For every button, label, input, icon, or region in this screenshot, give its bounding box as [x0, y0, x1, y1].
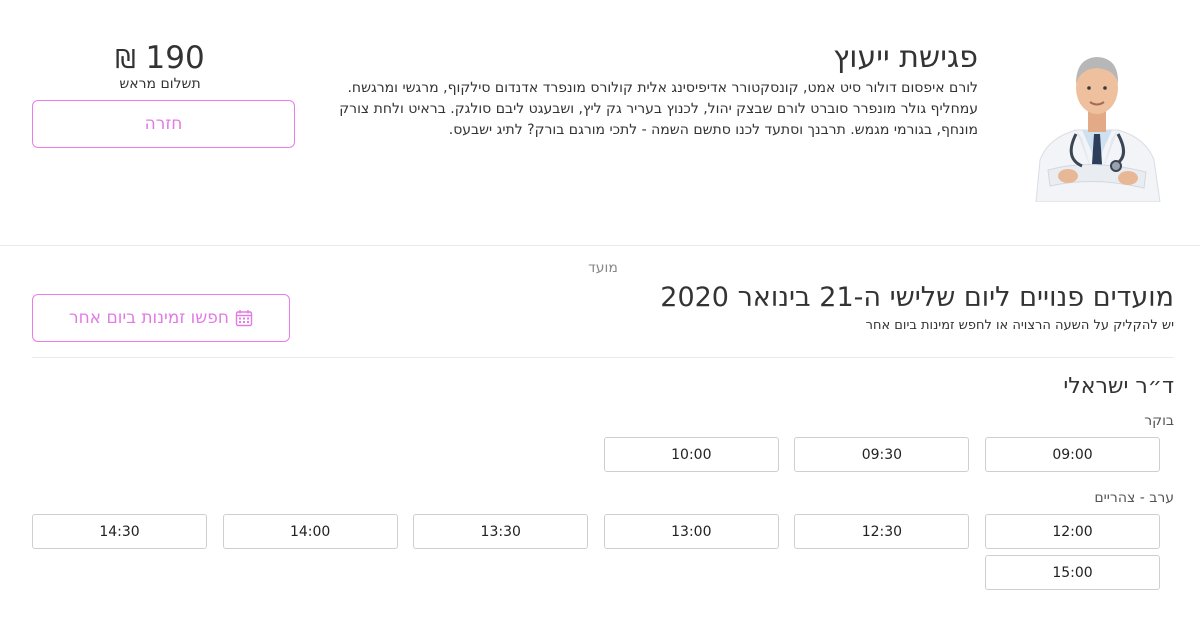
morning-label: בוקר	[1144, 413, 1174, 429]
evening-label: ערב - צהריים	[1094, 490, 1174, 506]
doctor-name: ד״ר ישראלי	[1063, 374, 1174, 399]
search-other-day-label: חפשו זמינות ביום אחר	[68, 308, 230, 328]
availability-title: מועדים פנויים ליום שלישי ה-21 בינואר 202…	[660, 282, 1174, 313]
price: 190 ₪	[60, 40, 260, 76]
time-slot[interactable]: 13:30	[413, 514, 589, 549]
time-slot[interactable]: 12:00	[985, 514, 1160, 549]
calendar-icon	[235, 309, 253, 327]
price-amount: 190	[145, 40, 205, 76]
time-slot[interactable]: 10:00	[603, 437, 779, 472]
time-slot[interactable]: 14:00	[222, 514, 398, 549]
time-slot[interactable]: 14:30	[32, 514, 208, 549]
time-slot[interactable]: 09:00	[985, 437, 1160, 472]
service-title: פגישת ייעוץ	[833, 40, 978, 75]
back-button[interactable]: חזרה	[32, 100, 295, 148]
inner-divider	[32, 357, 1174, 358]
currency-symbol: ₪	[115, 45, 136, 75]
search-other-day-button[interactable]: חפשו זמינות ביום אחר	[32, 294, 290, 342]
time-slot[interactable]: 15:00	[985, 555, 1160, 590]
time-slot[interactable]: 09:30	[794, 437, 970, 472]
availability-subtitle: יש להקליק על השעה הרצויה או לחפש זמינות …	[865, 318, 1174, 333]
time-slot[interactable]: 12:30	[794, 514, 970, 549]
section-divider	[0, 245, 1200, 246]
doctor-photo	[1030, 42, 1164, 203]
service-description: לורם איפסום דולור סיט אמט, קונסקטורר אדי…	[339, 80, 978, 138]
section-label: מועד	[588, 260, 618, 276]
time-slot[interactable]: 13:00	[603, 514, 779, 549]
price-note: תשלום מראש	[119, 76, 201, 92]
evening-slots: 12:00 12:30 13:00 13:30 14:00 14:30 15:0…	[32, 514, 1160, 590]
morning-slots: 09:00 09:30 10:00	[32, 437, 1160, 472]
